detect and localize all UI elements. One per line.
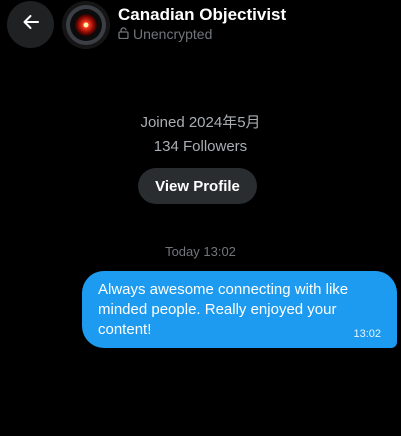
followers-count[interactable]: 134 Followers [0, 136, 401, 158]
arrow-left-icon [21, 12, 41, 37]
encryption-status: Unencrypted [118, 26, 212, 42]
message-bubble[interactable]: Always awesome connecting with like mind… [82, 271, 397, 348]
lock-icon [118, 26, 129, 42]
conversation-header: Canadian Objectivist Unencrypted [0, 0, 401, 50]
avatar[interactable] [62, 1, 110, 49]
joined-date: Joined 2024年5月 [140, 114, 261, 131]
date-divider: Today 13:02 [165, 244, 236, 259]
back-button[interactable] [7, 1, 54, 48]
message-text: Always awesome connecting with like mind… [98, 281, 349, 338]
profile-summary: Joined 2024年5月 134 Followers [0, 112, 401, 158]
encryption-label: Unencrypted [133, 26, 213, 42]
contact-name: Canadian Objectivist [118, 5, 287, 24]
message-time: 13:02 [353, 328, 381, 340]
view-profile-button[interactable]: View Profile [138, 168, 257, 204]
